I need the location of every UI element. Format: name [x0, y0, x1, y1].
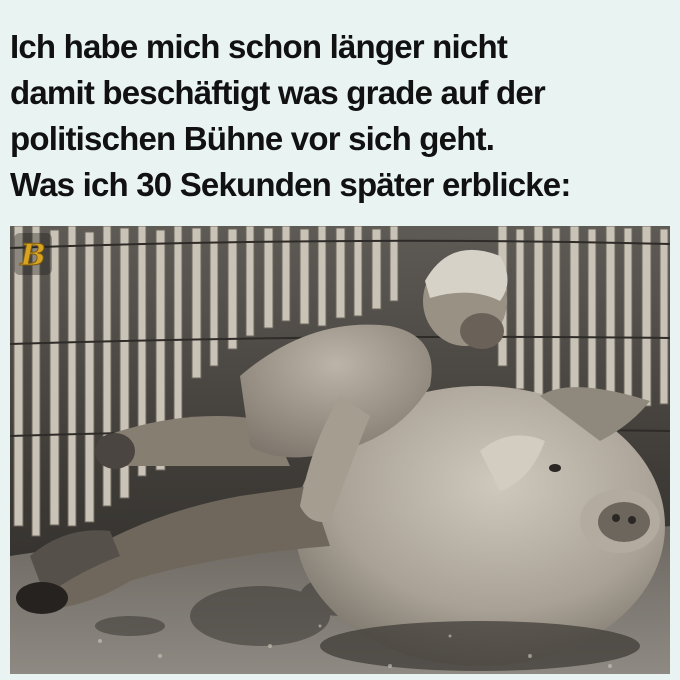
caption-line-4: Was ich 30 Sekunden später erblicke: [10, 166, 571, 203]
svg-text:B: B [19, 238, 45, 273]
photo-illustration [10, 226, 670, 674]
caption-text: Ich habe mich schon länger nicht damit b… [10, 24, 675, 208]
photo [10, 226, 670, 674]
caption-line-3: politischen Bühne vor sich geht. [10, 120, 495, 157]
meme: Ich habe mich schon länger nicht damit b… [0, 0, 680, 680]
gold-letter-b-logo-icon: B [14, 233, 52, 275]
caption-line-1: Ich habe mich schon länger nicht [10, 28, 508, 65]
caption-line-2: damit beschäftigt was grade auf der [10, 74, 546, 111]
